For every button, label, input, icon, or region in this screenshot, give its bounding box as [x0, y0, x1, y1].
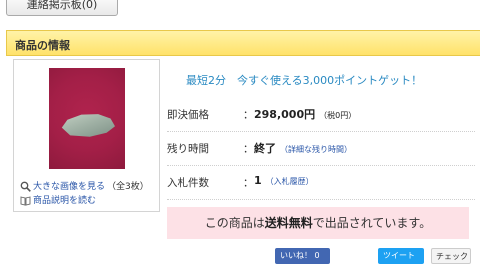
separator: ：: [243, 109, 254, 121]
facebook-like-button[interactable]: いいね！ 0: [275, 248, 330, 264]
buy-now-value: 298,000円 （税0円）: [254, 106, 356, 122]
time-left-label: 残り時間: [167, 143, 209, 155]
description-row: 商品説明を読む: [20, 193, 96, 206]
large-image-row: 大きな画像を見る （全3枚）: [20, 179, 149, 192]
time-left-row: 残り時間 ： 終了 （詳細な残り時間）: [167, 131, 475, 166]
magnifier-icon: [20, 181, 31, 192]
bid-count: 1: [254, 174, 262, 187]
time-left-value: 終了 （詳細な残り時間）: [254, 140, 352, 156]
section-header: 商品の情報: [6, 30, 480, 56]
stone-image: [61, 114, 115, 137]
contact-board-button[interactable]: 連絡掲示板(0): [6, 0, 118, 16]
separator: ：: [243, 143, 254, 155]
product-photo[interactable]: [49, 68, 125, 169]
book-icon: [20, 195, 31, 206]
image-count: （全3枚）: [107, 182, 149, 192]
promo-banner-link[interactable]: 最短2分 今すぐ使える3,000ポイントゲット！: [186, 72, 422, 88]
shipping-prefix: この商品は: [204, 216, 265, 230]
image-panel: 大きな画像を見る （全3枚） 商品説明を読む: [13, 59, 160, 212]
bids-row: 入札件数 ： 1 （入札履歴）: [167, 165, 475, 200]
bids-label: 入札件数: [167, 177, 209, 189]
shipping-free-label: 送料無料: [264, 216, 313, 230]
bid-history-link[interactable]: （入札履歴）: [266, 177, 314, 186]
bids-value: 1 （入札履歴）: [254, 174, 314, 187]
tweet-button[interactable]: ツイート: [378, 248, 424, 264]
description-link[interactable]: 商品説明を読む: [33, 196, 96, 206]
shipping-suffix: で出品されています。: [312, 216, 432, 230]
buy-now-label: 即決価格: [167, 109, 209, 121]
buy-now-price: 298,000円: [254, 108, 316, 121]
time-left-status: 終了: [254, 142, 276, 155]
tax-note: （税0円）: [319, 111, 357, 120]
buy-now-row: 即決価格 ： 298,000円 （税0円）: [167, 97, 475, 132]
section-title: 商品の情報: [15, 39, 70, 52]
large-image-link[interactable]: 大きな画像を見る: [33, 182, 105, 192]
free-shipping-notice: この商品は送料無料で出品されています。: [167, 207, 469, 239]
time-detail-link[interactable]: （詳細な残り時間）: [280, 145, 352, 154]
check-button[interactable]: チェック: [431, 248, 471, 264]
separator: ：: [243, 177, 254, 189]
